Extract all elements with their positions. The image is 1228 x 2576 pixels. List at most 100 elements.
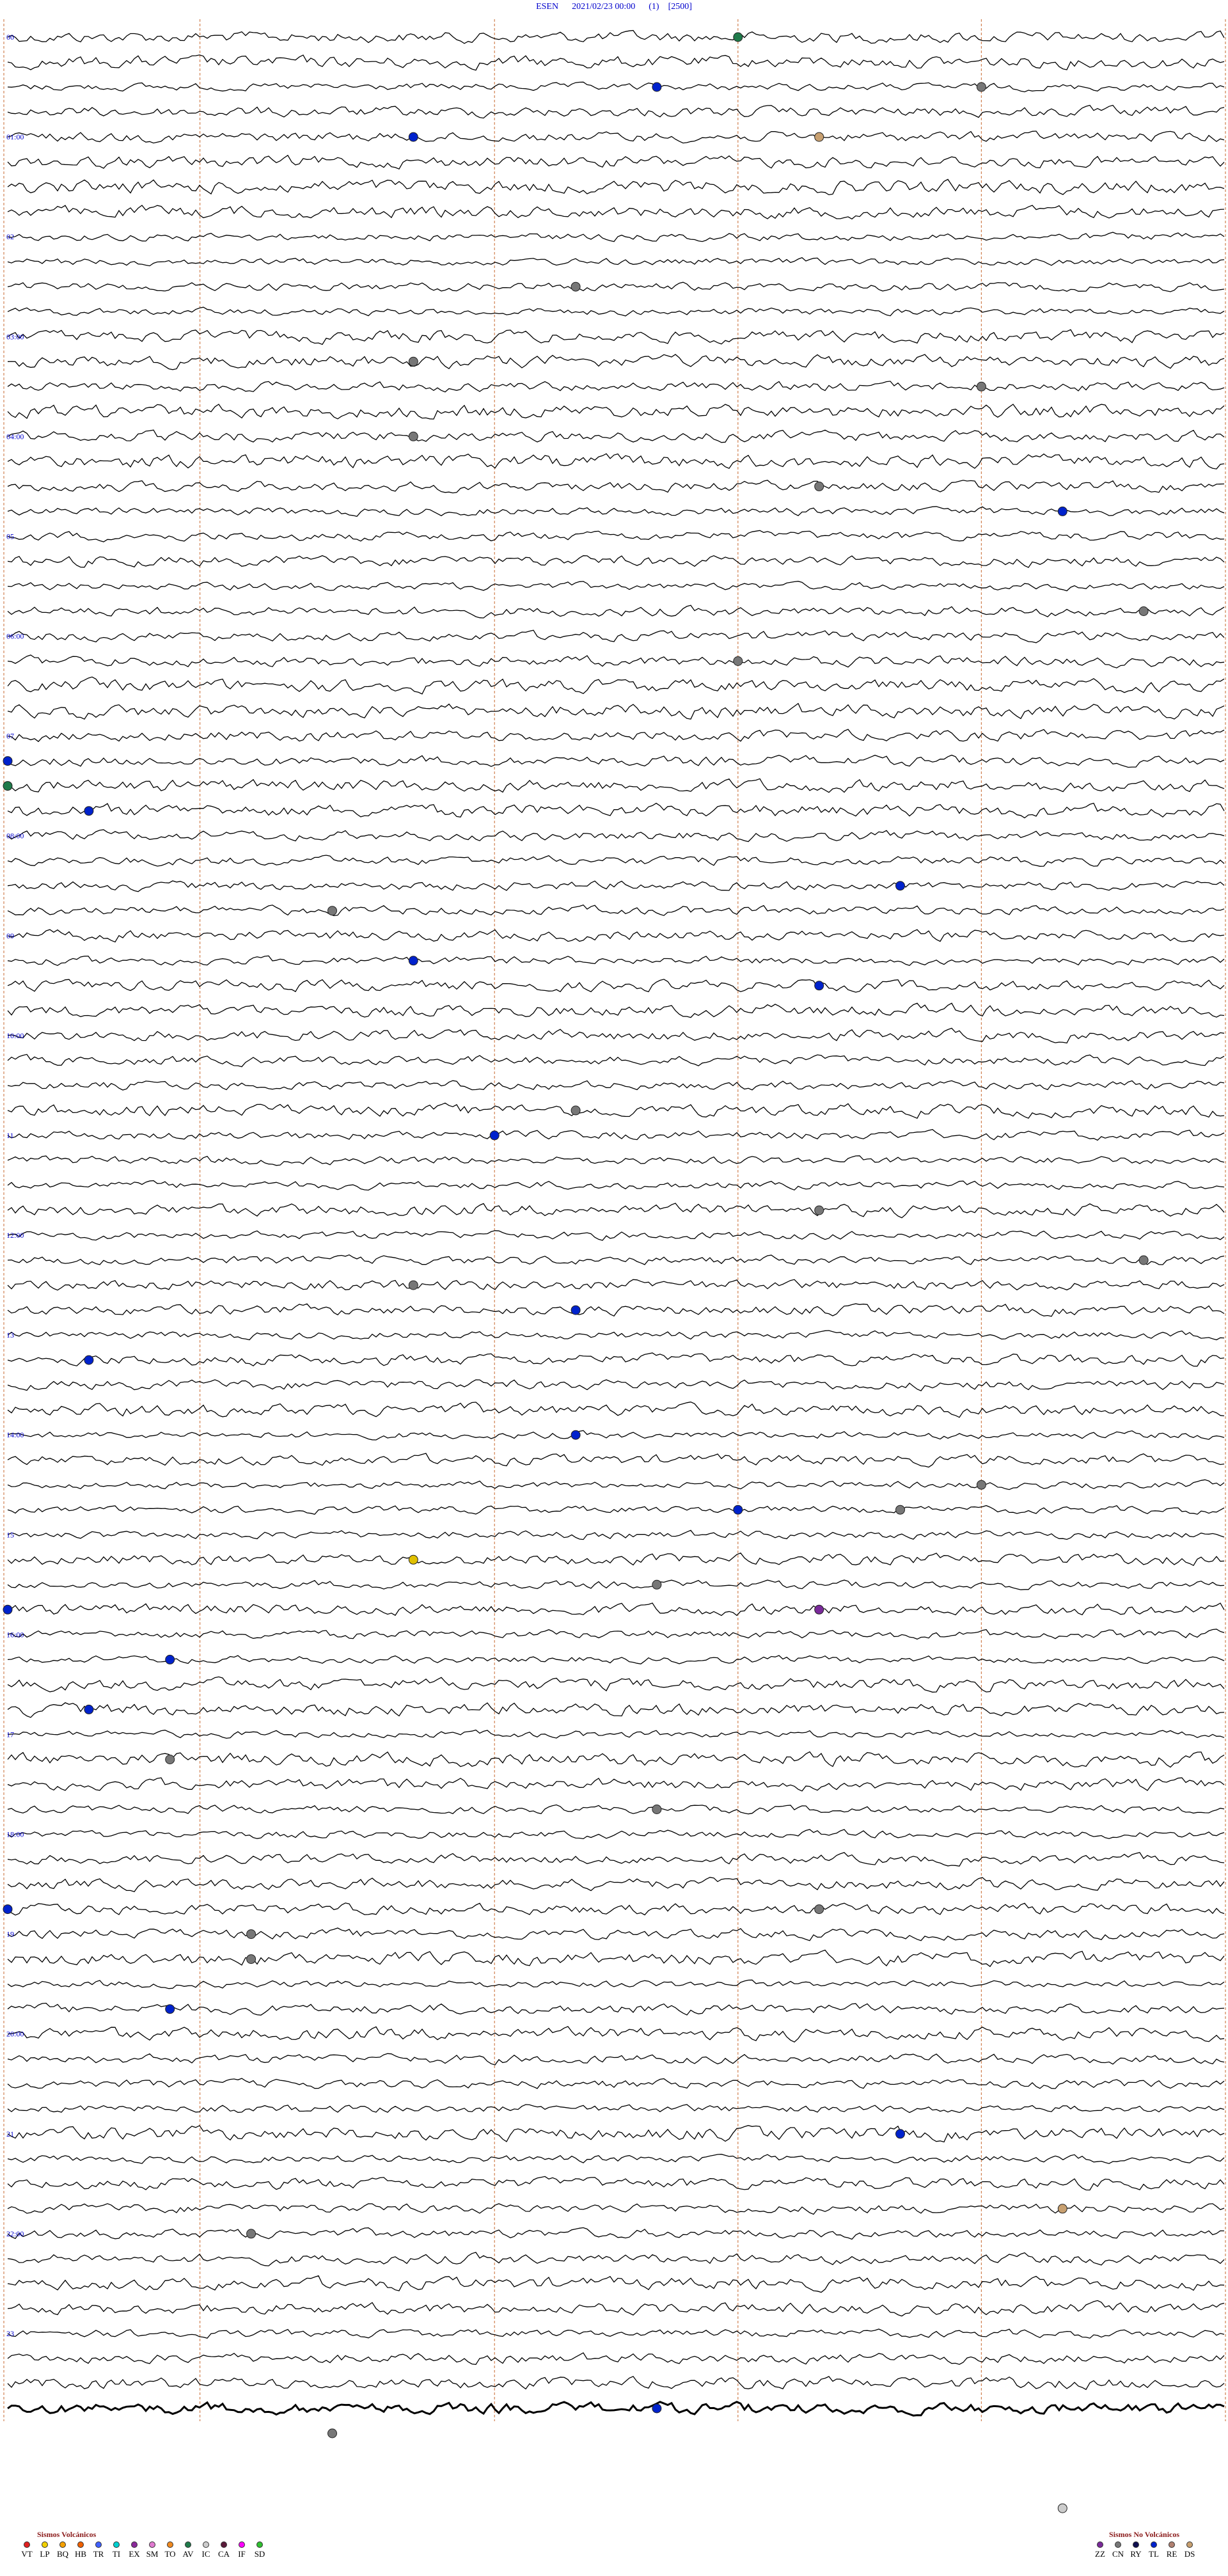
trace-line	[7, 1203, 1225, 1219]
trace-line	[7, 702, 1225, 720]
trace-line	[7, 130, 1225, 144]
trace-line	[7, 1303, 1225, 1317]
trace-line	[7, 1702, 1225, 1718]
hour-label: 05	[6, 532, 14, 541]
legend-code: TL	[1149, 2549, 1159, 2559]
trace-line	[7, 1352, 1225, 1367]
trace-line	[7, 306, 1225, 317]
trace-line	[7, 754, 1225, 768]
trace-line	[7, 2176, 1225, 2191]
trace-line	[7, 2104, 1225, 2114]
legend-volcanic-title: Sismos Volcánicos	[37, 2530, 97, 2539]
trace-line	[7, 2125, 1225, 2143]
legend-dot-icon	[95, 2541, 102, 2548]
trace-line	[7, 2376, 1225, 2390]
legend-code: EX	[129, 2549, 140, 2559]
event-marker	[408, 1280, 418, 1290]
event-marker	[733, 1505, 743, 1515]
trace-line	[7, 2078, 1225, 2089]
hour-label: 09	[6, 931, 14, 940]
event-marker	[571, 281, 581, 292]
event-marker	[652, 2403, 662, 2414]
trace-line	[7, 1949, 1225, 1968]
trace-line	[7, 929, 1225, 943]
hour-label: 17	[6, 1730, 14, 1739]
trace-line	[7, 581, 1225, 592]
legend-code: LP	[40, 2549, 50, 2559]
trace-line	[7, 1453, 1225, 1468]
legend-code: IC	[201, 2549, 210, 2559]
hour-label: 16:00	[6, 1630, 24, 1639]
trace-line	[7, 453, 1225, 470]
nonvolcanic-item-tl: TL	[1145, 2541, 1163, 2559]
legend-dot-icon	[42, 2541, 48, 2548]
legend-dot-icon	[239, 2541, 245, 2548]
trace-line	[7, 979, 1225, 993]
event-marker	[408, 132, 418, 142]
trace-line	[7, 1979, 1225, 1989]
legend-code: BQ	[56, 2549, 69, 2559]
trace-line	[7, 104, 1225, 119]
event-marker	[814, 481, 824, 491]
volcanic-item-tr: TR	[90, 2541, 107, 2559]
hour-marks-layer	[3, 19, 1226, 2421]
trace-line	[7, 1751, 1225, 1768]
trace-line	[7, 257, 1225, 267]
event-marker	[652, 82, 662, 92]
event-marker	[814, 132, 824, 142]
legend-code: AV	[182, 2549, 194, 2559]
volcanic-item-sm: SM	[143, 2541, 161, 2559]
event-marker	[3, 756, 13, 766]
trace-line	[7, 1027, 1225, 1044]
legend-code: IF	[238, 2549, 246, 2559]
trace-line	[7, 555, 1225, 568]
legend-code: TR	[93, 2549, 104, 2559]
event-marker	[408, 1554, 418, 1565]
trace-line	[7, 281, 1225, 292]
traces-layer	[7, 29, 1225, 2417]
trace-line	[7, 2401, 1225, 2417]
legend-code: SD	[254, 2549, 265, 2559]
event-marker	[814, 1604, 824, 1615]
legend-code: ZZ	[1095, 2549, 1105, 2559]
trace-line	[7, 1553, 1225, 1567]
legend-dot-icon	[77, 2541, 84, 2548]
trace-line	[7, 1852, 1225, 1867]
hour-label: 14:00	[6, 1430, 24, 1439]
event-marker	[814, 1205, 824, 1215]
legend-volcanic: Sismos Volcánicos VT LP BQ HB TR TI EX SM TO AV IC…	[18, 2530, 269, 2559]
trace-line	[7, 1777, 1225, 1792]
event-marker	[3, 1604, 13, 1615]
hour-label: 02	[6, 232, 14, 241]
event-marker	[895, 2129, 905, 2139]
event-marker	[408, 356, 418, 367]
trace-line	[7, 2352, 1225, 2365]
event-marker	[408, 956, 418, 966]
trace-line	[7, 1128, 1225, 1141]
volcanic-item-hb: HB	[72, 2541, 90, 2559]
trace-line	[7, 1279, 1225, 1291]
hour-label: 01:00	[6, 132, 24, 141]
trace-line	[7, 2275, 1225, 2293]
event-marker	[3, 781, 13, 791]
volcanic-item-vt: VT	[18, 2541, 36, 2559]
trace-line	[7, 676, 1225, 695]
legend-code: TI	[112, 2549, 121, 2559]
trace-line	[7, 829, 1225, 842]
event-marker	[976, 1480, 986, 1490]
trace-line	[7, 29, 1225, 44]
volcanic-item-lp: LP	[36, 2541, 54, 2559]
trace-line	[7, 1054, 1225, 1068]
volcanic-item-bq: BQ	[54, 2541, 72, 2559]
event-marker	[84, 1355, 94, 1365]
trace-line	[7, 1080, 1225, 1091]
trace-line	[7, 802, 1225, 819]
legend-dot-icon	[1133, 2541, 1139, 2548]
hour-label: 11	[6, 1131, 14, 1140]
event-markers-layer	[3, 32, 1149, 2513]
hour-label: 20:00	[6, 2030, 24, 2039]
event-marker	[1057, 2503, 1067, 2513]
trace-line	[7, 1902, 1225, 1916]
trace-line	[7, 1804, 1225, 1815]
legend-nonvolcanic-title: Sismos No Volcánicos	[1109, 2530, 1180, 2539]
